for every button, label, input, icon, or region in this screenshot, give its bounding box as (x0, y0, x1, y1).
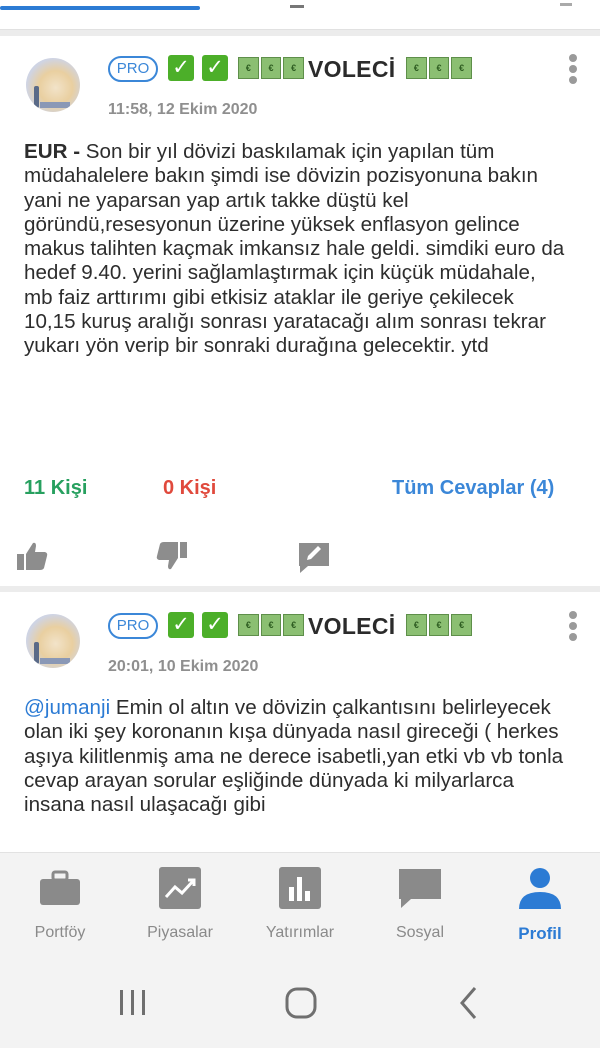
likes-count[interactable]: 11 Kişi (24, 477, 87, 500)
nav-label: Portföy (34, 924, 86, 941)
verified-check-icon: ✓ (202, 55, 228, 81)
trend-chart-icon (159, 867, 201, 909)
home-icon[interactable] (276, 978, 326, 1028)
post-card: PRO ✓ ✓ € € € VOLECİ € € € 20:01, 10 Ekim 20… (0, 592, 600, 852)
money-emoji-icon: € € € (406, 614, 473, 636)
nav-item-yatirimlar[interactable]: Yatırımlar (240, 853, 360, 957)
post-body: EUR - Son bir yıl dövizi baskılamak için… (24, 140, 569, 359)
username[interactable]: VOLECİ (308, 56, 395, 83)
verified-check-icon: ✓ (202, 612, 228, 638)
chat-bubble-icon (399, 869, 441, 908)
pro-badge: PRO (108, 613, 158, 639)
nav-label: Yatırımlar (265, 924, 335, 941)
active-tab-indicator (0, 6, 200, 10)
pro-badge: PRO (108, 56, 158, 82)
more-options-icon[interactable] (566, 611, 580, 645)
nav-label: Sosyal (395, 924, 445, 941)
verified-check-icon: ✓ (168, 55, 194, 81)
avatar[interactable] (26, 58, 80, 112)
post-body-text: Son bir yıl dövizi baskılamak için yapıl… (24, 140, 565, 358)
verified-check-icon: ✓ (168, 612, 194, 638)
back-icon[interactable] (444, 978, 494, 1028)
post-timestamp: 20:01, 10 Ekim 2020 (108, 658, 259, 675)
thumbs-up-icon[interactable] (14, 538, 50, 574)
money-emoji-icon: € € € (406, 57, 473, 79)
bottom-navigation: Portföy Piyasalar Yatırımlar Sosyal Prof… (0, 852, 600, 956)
nav-item-sosyal[interactable]: Sosyal (360, 853, 480, 957)
previous-tab-strip (0, 0, 600, 30)
username[interactable]: VOLECİ (308, 613, 395, 640)
nav-label: Piyasalar (147, 924, 213, 941)
dislikes-count[interactable]: 0 Kişi (163, 477, 216, 500)
avatar[interactable] (26, 614, 80, 668)
post-card: PRO ✓ ✓ € € € VOLECİ € € € 11:58, 12 Ekim 20… (0, 36, 600, 586)
money-emoji-icon: € € € (238, 614, 305, 636)
nav-item-piyasalar[interactable]: Piyasalar (120, 853, 240, 957)
more-options-icon[interactable] (566, 54, 580, 88)
recent-apps-icon[interactable] (108, 978, 158, 1028)
person-icon (519, 868, 561, 909)
all-replies-link[interactable]: Tüm Cevaplar (4) (392, 477, 554, 500)
bar-chart-icon (279, 867, 321, 909)
thumbs-down-icon[interactable] (154, 538, 190, 574)
edit-reply-icon[interactable] (296, 538, 332, 574)
user-mention-link[interactable]: @jumanji (24, 696, 110, 719)
system-navigation-bar (0, 956, 600, 1048)
tab-icon-fragment (560, 0, 572, 6)
post-symbol: EUR - (24, 140, 81, 163)
nav-item-portfoy[interactable]: Portföy (0, 853, 120, 957)
money-emoji-icon: € € € (238, 57, 305, 79)
post-timestamp: 11:58, 12 Ekim 2020 (108, 101, 258, 118)
nav-item-profil[interactable]: Profil (480, 853, 600, 957)
briefcase-icon (40, 870, 80, 905)
tab-icon-fragment (290, 0, 304, 8)
nav-label: Profil (518, 924, 562, 943)
post-body: @jumanji Emin ol altın ve dövizin çalkan… (24, 696, 569, 817)
